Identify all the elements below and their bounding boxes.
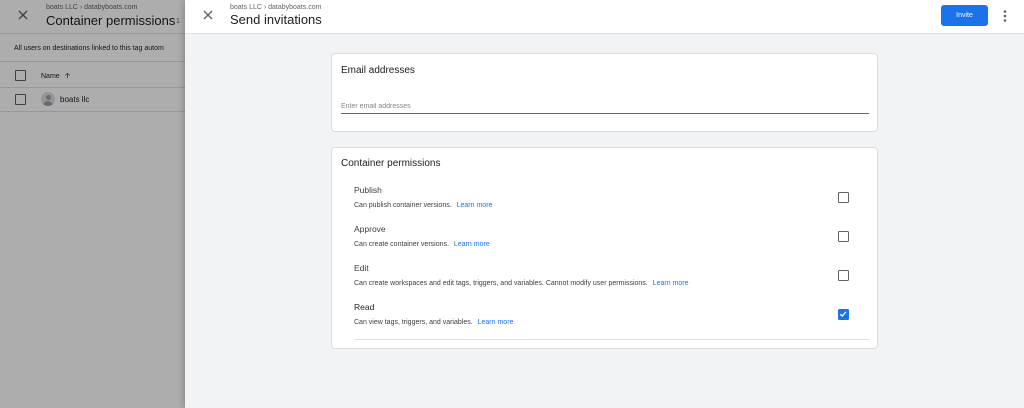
permission-row-edit: Edit Can create workspaces and edit tags…	[354, 263, 870, 301]
drawer-title: Send invitations	[230, 12, 322, 27]
permissions-card: Container permissions Publish Can publis…	[331, 147, 878, 349]
email-card-title: Email addresses	[341, 65, 415, 76]
permission-checkbox-publish[interactable]	[838, 192, 849, 203]
permission-description-text: Can create container versions.	[354, 241, 449, 248]
divider	[354, 339, 870, 340]
permission-description: Can create workspaces and edit tags, tri…	[354, 280, 689, 287]
permission-row-read: Read Can view tags, triggers, and variab…	[354, 302, 870, 340]
email-card: Email addresses	[331, 53, 878, 132]
learn-more-link[interactable]: Learn more	[454, 241, 490, 248]
send-invitations-drawer: boats LLC › databyboats.com Send invitat…	[185, 0, 1024, 408]
learn-more-link[interactable]: Learn more	[653, 280, 689, 287]
permission-description: Can view tags, triggers, and variables. …	[354, 319, 513, 326]
permission-description-text: Can create workspaces and edit tags, tri…	[354, 280, 648, 287]
permission-description-text: Can view tags, triggers, and variables.	[354, 319, 473, 326]
permission-name: Publish	[354, 185, 382, 195]
learn-more-link[interactable]: Learn more	[457, 202, 493, 209]
permission-description: Can create container versions. Learn mor…	[354, 241, 490, 248]
permission-name: Edit	[354, 263, 369, 273]
permission-checkbox-approve[interactable]	[838, 231, 849, 242]
check-icon	[839, 311, 847, 318]
permission-row-publish: Publish Can publish container versions. …	[354, 185, 870, 223]
permission-name: Read	[354, 302, 375, 312]
permission-checkbox-read[interactable]	[838, 309, 849, 320]
permission-name: Approve	[354, 224, 386, 234]
permission-checkbox-edit[interactable]	[838, 270, 849, 281]
email-input[interactable]	[341, 99, 869, 114]
drawer-header: boats LLC › databyboats.com Send invitat…	[185, 0, 1024, 34]
permission-description-text: Can publish container versions.	[354, 202, 452, 209]
permission-description: Can publish container versions. Learn mo…	[354, 202, 492, 209]
learn-more-link[interactable]: Learn more	[478, 319, 514, 326]
permissions-card-title: Container permissions	[341, 158, 441, 169]
close-icon[interactable]	[201, 8, 215, 22]
breadcrumb: boats LLC › databyboats.com	[230, 4, 322, 11]
invite-button[interactable]: Invite	[941, 5, 988, 26]
more-vert-icon[interactable]	[999, 6, 1011, 26]
permission-row-approve: Approve Can create container versions. L…	[354, 224, 870, 262]
